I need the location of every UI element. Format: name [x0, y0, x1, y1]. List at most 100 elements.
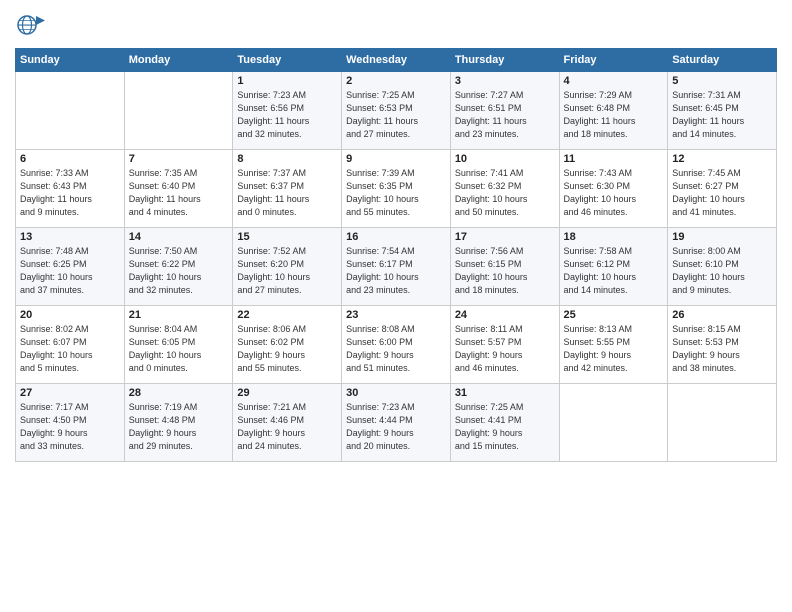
calendar-cell: 18 Sunrise: 7:58 AM Sunset: 6:12 PM Dayli… [559, 228, 668, 306]
day-number: 23 [346, 309, 446, 321]
day-number: 26 [672, 309, 772, 321]
calendar-cell: 24Sunrise: 8:11 AM Sunset: 5:57 PM Dayli… [450, 306, 559, 384]
calendar-cell [559, 384, 668, 462]
day-number: 18 [564, 231, 664, 243]
day-header-tuesday: Tuesday [233, 49, 342, 72]
header-row: SundayMondayTuesdayWednesdayThursdayFrid… [16, 49, 777, 72]
day-info: Sunrise: 7:54 AM Sunset: 6:17 PM Dayligh… [346, 245, 446, 297]
logo [15, 10, 49, 40]
day-info: Sunrise: 8:02 AM Sunset: 6:07 PM Dayligh… [20, 323, 120, 375]
day-number: 3 [455, 75, 555, 87]
day-info: Sunrise: 7:52 AM Sunset: 6:20 PM Dayligh… [237, 245, 337, 297]
day-info: Sunrise: 8:06 AM Sunset: 6:02 PM Dayligh… [237, 323, 337, 375]
calendar-week-3: 13Sunrise: 7:48 AM Sunset: 6:25 PM Dayli… [16, 228, 777, 306]
calendar-table: SundayMondayTuesdayWednesdayThursdayFrid… [15, 48, 777, 462]
calendar-cell: 16 Sunrise: 7:54 AM Sunset: 6:17 PM Dayli… [342, 228, 451, 306]
calendar-cell: 10Sunrise: 7:41 AM Sunset: 6:32 PM Dayli… [450, 150, 559, 228]
day-number: 30 [346, 387, 446, 399]
day-number: 17 [455, 231, 555, 243]
calendar-cell: 17 Sunrise: 7:56 AM Sunset: 6:15 PM Dayli… [450, 228, 559, 306]
calendar-cell: 2 Sunrise: 7:25 AM Sunset: 6:53 PM Daylig… [342, 72, 451, 150]
calendar-week-2: 6 Sunrise: 7:33 AM Sunset: 6:43 PM Daylig… [16, 150, 777, 228]
day-info: Sunrise: 7:23 AM Sunset: 4:44 PM Dayligh… [346, 401, 446, 453]
day-header-thursday: Thursday [450, 49, 559, 72]
day-info: Sunrise: 7:41 AM Sunset: 6:32 PM Dayligh… [455, 167, 555, 219]
day-number: 12 [672, 153, 772, 165]
calendar-week-1: 1 Sunrise: 7:23 AM Sunset: 6:56 PM Daylig… [16, 72, 777, 150]
calendar-cell [668, 384, 777, 462]
day-info: Sunrise: 7:33 AM Sunset: 6:43 PM Dayligh… [20, 167, 120, 219]
calendar-cell: 25Sunrise: 8:13 AM Sunset: 5:55 PM Dayli… [559, 306, 668, 384]
calendar-cell: 23 Sunrise: 8:08 AM Sunset: 6:00 PM Dayli… [342, 306, 451, 384]
day-header-saturday: Saturday [668, 49, 777, 72]
day-header-friday: Friday [559, 49, 668, 72]
day-number: 22 [237, 309, 337, 321]
calendar-cell: 1 Sunrise: 7:23 AM Sunset: 6:56 PM Daylig… [233, 72, 342, 150]
day-number: 24 [455, 309, 555, 321]
day-info: Sunrise: 7:25 AM Sunset: 6:53 PM Dayligh… [346, 89, 446, 141]
calendar-cell: 6 Sunrise: 7:33 AM Sunset: 6:43 PM Daylig… [16, 150, 125, 228]
day-number: 16 [346, 231, 446, 243]
day-info: Sunrise: 7:58 AM Sunset: 6:12 PM Dayligh… [564, 245, 664, 297]
day-info: Sunrise: 7:48 AM Sunset: 6:25 PM Dayligh… [20, 245, 120, 297]
calendar-cell: 5 Sunrise: 7:31 AM Sunset: 6:45 PM Daylig… [668, 72, 777, 150]
day-info: Sunrise: 7:19 AM Sunset: 4:48 PM Dayligh… [129, 401, 229, 453]
day-info: Sunrise: 7:50 AM Sunset: 6:22 PM Dayligh… [129, 245, 229, 297]
day-number: 11 [564, 153, 664, 165]
day-number: 5 [672, 75, 772, 87]
day-info: Sunrise: 7:37 AM Sunset: 6:37 PM Dayligh… [237, 167, 337, 219]
day-info: Sunrise: 7:17 AM Sunset: 4:50 PM Dayligh… [20, 401, 120, 453]
calendar-cell: 29Sunrise: 7:21 AM Sunset: 4:46 PM Dayli… [233, 384, 342, 462]
calendar-cell: 15 Sunrise: 7:52 AM Sunset: 6:20 PM Dayli… [233, 228, 342, 306]
day-number: 21 [129, 309, 229, 321]
day-info: Sunrise: 8:04 AM Sunset: 6:05 PM Dayligh… [129, 323, 229, 375]
day-number: 31 [455, 387, 555, 399]
calendar-cell: 27 Sunrise: 7:17 AM Sunset: 4:50 PM Dayli… [16, 384, 125, 462]
day-info: Sunrise: 7:25 AM Sunset: 4:41 PM Dayligh… [455, 401, 555, 453]
calendar-cell: 22 Sunrise: 8:06 AM Sunset: 6:02 PM Dayli… [233, 306, 342, 384]
day-info: Sunrise: 7:45 AM Sunset: 6:27 PM Dayligh… [672, 167, 772, 219]
calendar-cell: 11 Sunrise: 7:43 AM Sunset: 6:30 PM Dayli… [559, 150, 668, 228]
day-info: Sunrise: 8:13 AM Sunset: 5:55 PM Dayligh… [564, 323, 664, 375]
calendar-cell: 28Sunrise: 7:19 AM Sunset: 4:48 PM Dayli… [124, 384, 233, 462]
calendar-week-4: 20 Sunrise: 8:02 AM Sunset: 6:07 PM Dayli… [16, 306, 777, 384]
calendar-cell: 30 Sunrise: 7:23 AM Sunset: 4:44 PM Dayli… [342, 384, 451, 462]
day-number: 2 [346, 75, 446, 87]
day-number: 20 [20, 309, 120, 321]
day-header-monday: Monday [124, 49, 233, 72]
calendar-cell: 3 Sunrise: 7:27 AM Sunset: 6:51 PM Daylig… [450, 72, 559, 150]
calendar-cell: 14 Sunrise: 7:50 AM Sunset: 6:22 PM Dayli… [124, 228, 233, 306]
calendar-cell: 12 Sunrise: 7:45 AM Sunset: 6:27 PM Dayli… [668, 150, 777, 228]
calendar-cell: 9 Sunrise: 7:39 AM Sunset: 6:35 PM Daylig… [342, 150, 451, 228]
day-number: 1 [237, 75, 337, 87]
day-number: 6 [20, 153, 120, 165]
day-info: Sunrise: 7:43 AM Sunset: 6:30 PM Dayligh… [564, 167, 664, 219]
day-number: 14 [129, 231, 229, 243]
calendar-cell: 7 Sunrise: 7:35 AM Sunset: 6:40 PM Daylig… [124, 150, 233, 228]
day-info: Sunrise: 7:31 AM Sunset: 6:45 PM Dayligh… [672, 89, 772, 141]
day-info: Sunrise: 7:35 AM Sunset: 6:40 PM Dayligh… [129, 167, 229, 219]
calendar-cell: 13Sunrise: 7:48 AM Sunset: 6:25 PM Dayli… [16, 228, 125, 306]
day-info: Sunrise: 7:27 AM Sunset: 6:51 PM Dayligh… [455, 89, 555, 141]
calendar-cell: 21 Sunrise: 8:04 AM Sunset: 6:05 PM Dayli… [124, 306, 233, 384]
calendar-cell [124, 72, 233, 150]
day-info: Sunrise: 7:56 AM Sunset: 6:15 PM Dayligh… [455, 245, 555, 297]
day-number: 29 [237, 387, 337, 399]
calendar-week-5: 27 Sunrise: 7:17 AM Sunset: 4:50 PM Dayli… [16, 384, 777, 462]
day-number: 9 [346, 153, 446, 165]
calendar-cell: 31 Sunrise: 7:25 AM Sunset: 4:41 PM Dayli… [450, 384, 559, 462]
logo-icon [15, 10, 45, 40]
day-number: 8 [237, 153, 337, 165]
day-info: Sunrise: 8:08 AM Sunset: 6:00 PM Dayligh… [346, 323, 446, 375]
day-info: Sunrise: 7:39 AM Sunset: 6:35 PM Dayligh… [346, 167, 446, 219]
calendar-cell: 20 Sunrise: 8:02 AM Sunset: 6:07 PM Dayli… [16, 306, 125, 384]
day-number: 27 [20, 387, 120, 399]
day-info: Sunrise: 7:23 AM Sunset: 6:56 PM Dayligh… [237, 89, 337, 141]
calendar-cell [16, 72, 125, 150]
day-number: 7 [129, 153, 229, 165]
calendar-cell: 26Sunrise: 8:15 AM Sunset: 5:53 PM Dayli… [668, 306, 777, 384]
day-header-sunday: Sunday [16, 49, 125, 72]
day-number: 15 [237, 231, 337, 243]
day-info: Sunrise: 7:29 AM Sunset: 6:48 PM Dayligh… [564, 89, 664, 141]
header [15, 10, 777, 40]
